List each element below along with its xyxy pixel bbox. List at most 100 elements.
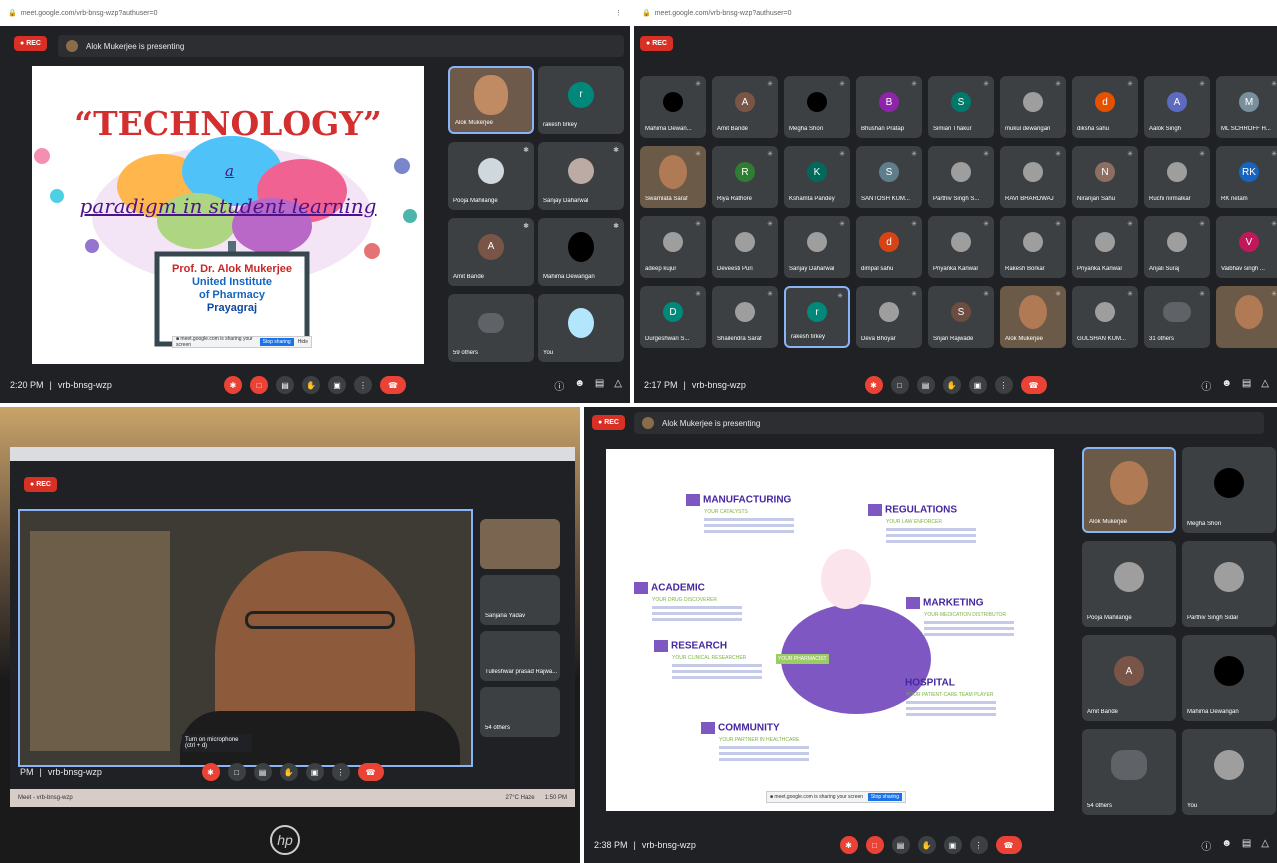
participant-tile[interactable]: 54 others xyxy=(1082,729,1176,815)
participant-tile[interactable]: ✱ Pooja Mahilange xyxy=(448,142,534,210)
participant-tile[interactable]: ✳ RAVI BHARDWAJ xyxy=(1000,146,1066,208)
participant-tile[interactable]: ✳ V Vaibhav singh ... xyxy=(1216,216,1277,278)
participant-tile[interactable]: You xyxy=(1182,729,1276,815)
activities-icon[interactable]: △ xyxy=(614,378,622,393)
mic-off-button[interactable]: ✱ xyxy=(224,376,242,394)
participant-tile[interactable]: r rakesh tirkey xyxy=(538,66,624,134)
leave-call-button[interactable]: ☎ xyxy=(995,836,1022,854)
camera-button[interactable]: □ xyxy=(227,763,246,781)
present-button[interactable]: ▣ xyxy=(968,376,987,394)
present-button[interactable]: ▣ xyxy=(328,376,346,394)
raise-hand-button[interactable]: ✋ xyxy=(917,836,936,854)
taskbar-item[interactable]: Meet - vrb-bnsg-wzp xyxy=(18,795,73,801)
participant-tile[interactable]: ✳ GULSHAN KUM... xyxy=(1072,286,1138,348)
participant-tile[interactable]: ✳ d dimpal sahu xyxy=(856,216,922,278)
participant-tile[interactable]: ✳ Deva Bhoyar xyxy=(856,286,922,348)
mic-off-button[interactable]: ✱ xyxy=(839,836,858,854)
participant-tile[interactable]: ✳ RK RK netam xyxy=(1216,146,1277,208)
participant-tile[interactable]: ✳ mukul dewangan xyxy=(1000,76,1066,138)
participant-tile[interactable]: ✳ Alok Mukerjee xyxy=(1000,286,1066,348)
captions-button[interactable]: ▤ xyxy=(916,376,935,394)
others-tile[interactable]: 54 others xyxy=(480,687,560,737)
participant-tile[interactable]: ✳ d diksha sahu xyxy=(1072,76,1138,138)
people-icon[interactable]: ☻ xyxy=(1221,378,1232,393)
chat-icon[interactable]: ▤ xyxy=(1242,378,1251,393)
info-icon[interactable]: ⓘ xyxy=(1201,378,1211,393)
participant-tile[interactable]: ✳ R Riya Rathore xyxy=(712,146,778,208)
participant-tile[interactable]: ✳ 31 others xyxy=(1144,286,1210,348)
participant-tile[interactable]: ✳ Priyanka Kanwar xyxy=(928,216,994,278)
participant-tile[interactable]: ✳ Deveesti Puri xyxy=(712,216,778,278)
participant-tile[interactable]: ✳ S Simian Thakur xyxy=(928,76,994,138)
participant-tile[interactable]: ✳ Mahima Dewan... xyxy=(640,76,706,138)
leave-call-button[interactable]: ☎ xyxy=(357,763,384,781)
others-tile[interactable]: 59 others xyxy=(448,294,534,362)
participant-tile[interactable]: ✳ S Srijan Rajwade xyxy=(928,286,994,348)
more-options-button[interactable]: ⋮ xyxy=(354,376,372,394)
more-options-button[interactable]: ⋮ xyxy=(331,763,350,781)
participant-tile[interactable]: ✳ xyxy=(1216,286,1277,348)
stop-sharing-button[interactable]: Stop sharing xyxy=(259,338,294,346)
present-button[interactable]: ▣ xyxy=(943,836,962,854)
captions-button[interactable]: ▤ xyxy=(253,763,272,781)
captions-button[interactable]: ▤ xyxy=(276,376,294,394)
info-icon[interactable]: ⓘ xyxy=(1201,838,1211,853)
participant-tile[interactable]: ✳ N Niranjan Sahu xyxy=(1072,146,1138,208)
participant-tile[interactable]: ✳ Priyanka Kanwar xyxy=(1072,216,1138,278)
participant-tile[interactable]: ✳ Swarnlata Saraf xyxy=(640,146,706,208)
participant-tile[interactable]: ✱ Mahima Dewangan xyxy=(538,218,624,286)
activities-icon[interactable]: △ xyxy=(1261,378,1269,393)
chat-icon[interactable]: ▤ xyxy=(595,378,604,393)
participant-tile[interactable]: Megha Shori xyxy=(1182,447,1276,533)
participant-tile[interactable]: ✳ Shailendra Saraf xyxy=(712,286,778,348)
captions-button[interactable]: ▤ xyxy=(891,836,910,854)
participant-tile[interactable]: ✳ Ruchi nirmalkar xyxy=(1144,146,1210,208)
participant-tile[interactable]: ✳ A Amit Bande xyxy=(712,76,778,138)
participant-tile[interactable]: ✳ Rakesh Borkar xyxy=(1000,216,1066,278)
participant-tile[interactable]: Alok Mukerjee xyxy=(1082,447,1176,533)
more-options-button[interactable]: ⋮ xyxy=(969,836,988,854)
leave-call-button[interactable]: ☎ xyxy=(1020,376,1047,394)
chat-icon[interactable]: ▤ xyxy=(1242,838,1251,853)
raise-hand-button[interactable]: ✋ xyxy=(279,763,298,781)
present-button[interactable]: ▣ xyxy=(305,763,324,781)
participant-tile[interactable]: ✳ A Aalok Singh xyxy=(1144,76,1210,138)
participant-tile[interactable]: ✳ D Durgeshwari S... xyxy=(640,286,706,348)
participant-tile[interactable]: ✱ Sanjay Daharwal xyxy=(538,142,624,210)
activities-icon[interactable]: △ xyxy=(1261,838,1269,853)
leave-call-button[interactable]: ☎ xyxy=(380,376,406,394)
raise-hand-button[interactable]: ✋ xyxy=(942,376,961,394)
browser-menu-icon[interactable]: ⋮ xyxy=(615,9,622,17)
participant-tile[interactable]: A Amit Bande xyxy=(1082,635,1176,721)
participant-tile[interactable]: ✳ M ML SCHROFF H... xyxy=(1216,76,1277,138)
people-icon[interactable]: ☻ xyxy=(1221,838,1232,853)
participant-tile[interactable]: Mahima Dewangan xyxy=(1182,635,1276,721)
address-bar[interactable]: 🔒 meet.google.com/vrb-bnsg-wzp?authuser=… xyxy=(0,0,630,26)
camera-off-button[interactable]: □ xyxy=(865,836,884,854)
participant-tile[interactable]: Parthiv Singh Sidar xyxy=(1182,541,1276,627)
camera-button[interactable]: □ xyxy=(890,376,909,394)
participant-tile[interactable]: ✱ A Amit Bande xyxy=(448,218,534,286)
people-icon[interactable]: ☻ xyxy=(574,378,585,393)
address-bar[interactable]: 🔒 meet.google.com/vrb-bnsg-wzp?authuser=… xyxy=(634,0,1277,26)
participant-tile[interactable]: ✳ B Bhushan Pratap xyxy=(856,76,922,138)
hide-button[interactable]: Hide xyxy=(298,339,308,345)
stop-sharing-button[interactable]: Stop sharing xyxy=(867,793,902,801)
info-icon[interactable]: ⓘ xyxy=(554,378,564,393)
participant-tile[interactable]: ✳ Parthiv Singh S... xyxy=(928,146,994,208)
participant-tile[interactable]: ✳ Megha Shori xyxy=(784,76,850,138)
participant-tile[interactable]: ✳ Sanjay Daharwal xyxy=(784,216,850,278)
participant-tile[interactable]: ✳ S SANTOSH KUM... xyxy=(856,146,922,208)
participant-tile[interactable]: Alok Mukerjee xyxy=(448,66,534,134)
more-options-button[interactable]: ⋮ xyxy=(994,376,1013,394)
camera-off-button[interactable]: □ xyxy=(250,376,268,394)
participant-tile[interactable]: Tulleshwar prasad Rajwa... xyxy=(480,631,560,681)
participant-tile[interactable] xyxy=(480,519,560,569)
self-tile[interactable]: You xyxy=(538,294,624,362)
mic-off-button[interactable]: ✱ xyxy=(201,763,220,781)
participant-tile[interactable]: ✳ adeep kujur xyxy=(640,216,706,278)
participant-tile[interactable]: Sanjana Yadav xyxy=(480,575,560,625)
participant-tile[interactable]: ✳ K Kshamta Pandey xyxy=(784,146,850,208)
participant-tile[interactable]: ✳ r rakesh tirkey xyxy=(784,286,850,348)
raise-hand-button[interactable]: ✋ xyxy=(302,376,320,394)
